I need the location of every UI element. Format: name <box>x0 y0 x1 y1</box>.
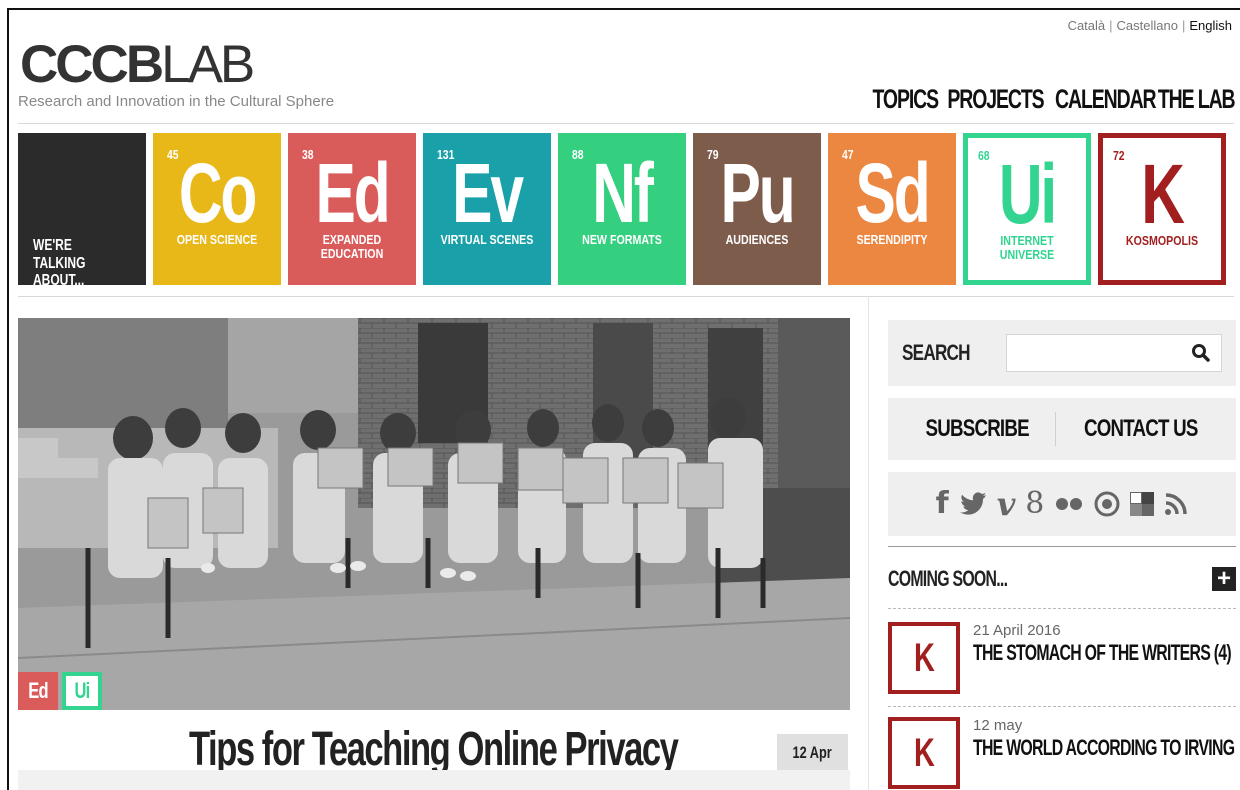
hero-image[interactable] <box>18 318 850 710</box>
googleplus-icon[interactable]: 8 <box>1025 489 1044 519</box>
hero-tag-ui[interactable]: Ui <box>62 672 102 710</box>
tile-symbol: Nf <box>592 146 654 240</box>
event-badge: K <box>888 717 960 789</box>
nav-calendar[interactable]: CALENDAR <box>1055 84 1157 115</box>
hero-photo-illustration <box>18 318 850 710</box>
tile-audiences[interactable]: 79 Pu AUDIENCES <box>693 133 821 285</box>
tile-open-science[interactable]: 45 Co OPEN SCIENCE <box>153 133 281 285</box>
language-switcher: Català | Castellano | English <box>1068 18 1232 33</box>
lang-catala[interactable]: Català <box>1068 18 1106 33</box>
lang-separator: | <box>1181 18 1186 33</box>
event-date: 21 April 2016 <box>973 622 1061 639</box>
facebook-icon[interactable]: f <box>936 489 949 519</box>
twitter-icon[interactable] <box>959 492 987 516</box>
vimeo-icon[interactable]: v <box>997 488 1016 520</box>
hero-date-text: 12 Apr <box>792 743 833 762</box>
event-separator <box>888 706 1236 707</box>
event-item[interactable]: K 12 may THE WORLD ACCORDING TO IRVING <box>888 717 1236 790</box>
hero-tag-label: Ui <box>74 678 91 703</box>
tile-symbol: Co <box>178 146 257 240</box>
search-label: SEARCH <box>902 340 971 365</box>
tile-symbol: Pu <box>720 146 796 240</box>
hero-tag-ed[interactable]: Ed <box>18 672 58 710</box>
event-badge: K <box>888 622 960 694</box>
event-date: 12 may <box>973 717 1023 734</box>
tile-kosmopolis[interactable]: 72 K KOSMOPOLIS <box>1098 133 1226 285</box>
tile-label: NEW FORMATS <box>582 232 662 247</box>
header-divider <box>18 123 1234 124</box>
rss-icon[interactable] <box>1164 492 1188 516</box>
logo-bold: CCCB <box>20 35 164 94</box>
hero-title-text: Tips for Teaching Online Privacy <box>188 723 679 776</box>
tile-serendipity[interactable]: 47 Sd SERENDIPITY <box>828 133 956 285</box>
lang-english[interactable]: English <box>1189 18 1232 33</box>
nav-projects[interactable]: PROJECTS <box>948 84 1045 115</box>
tile-symbol: Ed <box>315 146 391 240</box>
main-nav: TOPICS PROJECTS CALENDAR THE LAB <box>873 84 1235 115</box>
search-box <box>1006 334 1222 372</box>
coming-soon-header: COMING SOON... + <box>888 564 1236 594</box>
tile-symbol: Sd <box>855 146 931 240</box>
tile-internet-universe[interactable]: 68 Ui INTERNET UNIVERSE <box>963 133 1091 285</box>
hero-tag-label: Ed <box>28 678 48 703</box>
sidebar-divider <box>868 296 869 790</box>
event-item[interactable]: K 21 April 2016 THE STOMACH OF THE WRITE… <box>888 622 1236 698</box>
lang-castellano[interactable]: Castellano <box>1117 18 1178 33</box>
contact-link[interactable]: CONTACT US <box>1084 415 1198 443</box>
event-title[interactable]: THE STOMACH OF THE WRITERS (4) <box>973 640 1232 666</box>
tile-expanded-education[interactable]: 38 Ed EXPANDED EDUCATION <box>288 133 416 285</box>
hero-title[interactable]: Tips for Teaching Online Privacy <box>0 722 866 777</box>
search-icon[interactable] <box>1191 343 1211 363</box>
search-input[interactable] <box>1007 335 1187 371</box>
tile-virtual-scenes[interactable]: 131 Ev VIRTUAL SCENES <box>423 133 551 285</box>
coming-soon-title: COMING SOON... <box>888 566 1008 591</box>
sidebar-rule <box>888 546 1236 547</box>
tile-label: VIRTUAL SCENES <box>440 232 534 247</box>
hero-tags: Ed Ui <box>18 672 102 710</box>
flickr-icon[interactable] <box>1054 497 1084 511</box>
instagram-icon[interactable] <box>1094 491 1120 517</box>
topic-tiles: WE'RE TALKING ABOUT... 45 Co OPEN SCIENC… <box>18 133 1226 285</box>
tile-label: AUDIENCES <box>725 232 789 247</box>
tile-intro-label: WE'RE TALKING ABOUT... <box>33 237 86 285</box>
event-title[interactable]: THE WORLD ACCORDING TO IRVING <box>973 735 1235 761</box>
tile-label: INTERNET UNIVERSE <box>999 233 1055 263</box>
event-badge-label: K <box>913 730 935 775</box>
tiles-divider <box>18 296 1234 297</box>
hero-bottom-bar <box>18 770 850 790</box>
tile-intro: WE'RE TALKING ABOUT... <box>18 133 146 285</box>
lang-separator: | <box>1109 18 1113 33</box>
event-separator <box>888 608 1236 609</box>
tile-label: SERENDIPITY <box>856 232 928 247</box>
event-badge-label: K <box>913 635 935 680</box>
hero-date: 12 Apr <box>777 734 848 772</box>
site-logo[interactable]: CCCBLAB <box>20 35 255 94</box>
subscribe-separator <box>1054 412 1056 446</box>
tile-new-formats[interactable]: 88 Nf NEW FORMATS <box>558 133 686 285</box>
tile-symbol: Ui <box>998 147 1057 241</box>
tile-symbol: K <box>1141 147 1185 241</box>
social-panel: f v 8 <box>888 472 1236 536</box>
site-tagline: Research and Innovation in the Cultural … <box>18 93 335 110</box>
delicious-icon[interactable] <box>1130 492 1155 516</box>
expand-plus-icon[interactable]: + <box>1212 567 1236 591</box>
subscribe-panel: SUBSCRIBE CONTACT US <box>888 398 1236 460</box>
subscribe-link[interactable]: SUBSCRIBE <box>925 415 1029 443</box>
nav-the-lab[interactable]: THE LAB <box>1157 84 1235 115</box>
tile-symbol: Ev <box>452 146 524 240</box>
tile-label: KOSMOPOLIS <box>1125 233 1199 248</box>
nav-topics[interactable]: TOPICS <box>873 84 940 115</box>
tile-label: EXPANDED EDUCATION <box>320 232 384 262</box>
logo-light: LAB <box>161 35 255 94</box>
search-panel: SEARCH <box>888 320 1236 386</box>
tile-label: OPEN SCIENCE <box>176 232 258 247</box>
